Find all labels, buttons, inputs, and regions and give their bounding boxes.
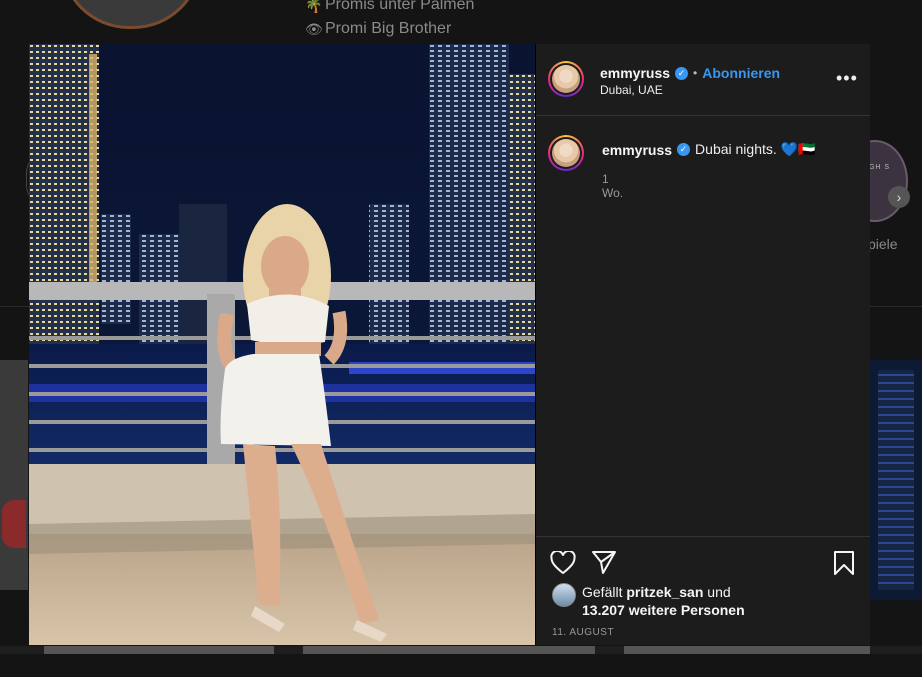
background-list-item: 🌴 Promis unter Palmen [305,0,474,14]
caption-text: Dubai nights. 💙🇦🇪 [695,141,816,157]
action-bar: Gefällt pritzek_san und 13.207 weitere P… [536,536,870,646]
post-header: emmyruss ✓ • Abonnieren Dubai, UAE ••• [536,44,870,116]
author-avatar[interactable] [548,61,584,97]
separator-dot: • [693,66,698,80]
likes-text: Gefällt pritzek_san und 13.207 weitere P… [582,583,745,619]
likes-middle: und [707,584,731,600]
background-list-item: 👁 Promi Big Brother [305,20,451,38]
caption-username[interactable]: emmyruss [602,142,672,158]
more-options-icon[interactable]: ••• [836,68,858,89]
author-username[interactable]: emmyruss [600,65,670,81]
caption-timestamp[interactable]: 1 Wo. [602,172,623,200]
likes-summary: Gefällt pritzek_san und 13.207 weitere P… [552,583,745,619]
background-grid-tile [0,360,28,590]
post-date[interactable]: 11. AUGUST [552,627,614,638]
bookmark-icon[interactable] [833,550,855,576]
send-icon[interactable] [591,549,617,575]
caption-author-avatar[interactable] [548,135,584,171]
post-modal: emmyruss ✓ • Abonnieren Dubai, UAE ••• e… [29,44,870,645]
verified-badge-icon: ✓ [677,143,691,156]
likes-count-link[interactable]: 13.207 weitere Personen [582,602,745,618]
chevron-right-icon: › [888,186,910,208]
background-side-label: piele [868,236,898,252]
background-bottom-strip [0,646,922,654]
palm-tree-icon: 🌴 [305,0,323,13]
author-line: emmyruss ✓ • Abonnieren [600,65,780,81]
background-grid-tile [870,360,922,600]
post-location[interactable]: Dubai, UAE [600,83,663,97]
caption-line: emmyruss ✓ Dubai nights. 💙🇦🇪 [602,141,816,158]
post-sidebar: emmyruss ✓ • Abonnieren Dubai, UAE ••• e… [536,44,870,645]
background-list-item-label: Promi Big Brother [325,20,452,37]
post-photo[interactable] [29,44,535,645]
follow-button[interactable]: Abonnieren [702,65,780,81]
eye-icon: 👁 [305,20,323,37]
likes-prefix: Gefällt [582,584,623,600]
liker-username[interactable]: pritzek_san [626,584,703,600]
heart-icon[interactable] [550,551,576,575]
background-list-item-label: Promis unter Palmen [325,0,475,13]
liker-avatar[interactable] [552,583,576,607]
background-profile-avatar [60,0,202,29]
verified-badge-icon: ✓ [675,66,689,80]
